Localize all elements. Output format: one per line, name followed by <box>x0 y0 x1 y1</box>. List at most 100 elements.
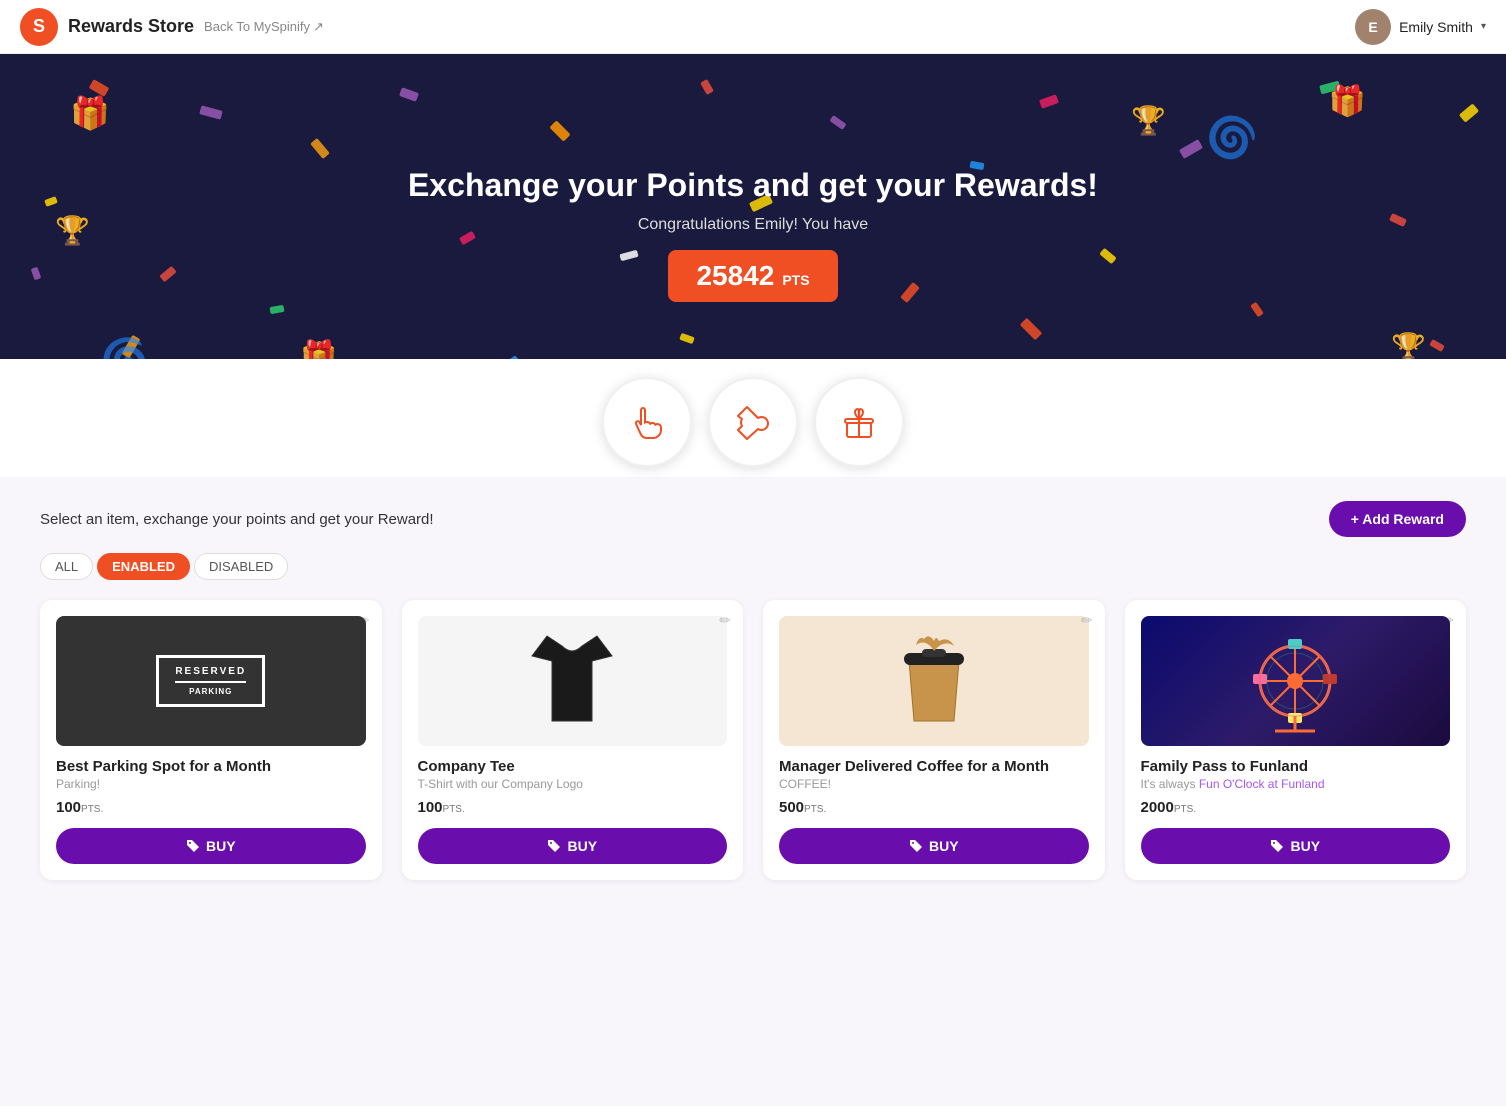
confetti-piece <box>159 266 176 282</box>
confetti-piece <box>199 105 223 119</box>
card-image-coffee <box>779 616 1089 746</box>
card-price-coffee: 500PTS. <box>779 799 1089 816</box>
brand-name: Rewards Store <box>68 16 194 37</box>
reward-card-parking: ✏ RESERVED PARKING Best Parking Spot for… <box>40 600 382 880</box>
buy-button-parking[interactable]: BUY <box>56 828 366 864</box>
price-value-parking: 100 <box>56 799 81 816</box>
confetti-piece <box>44 196 58 207</box>
buy-button-funland[interactable]: BUY <box>1141 828 1451 864</box>
confetti-piece <box>829 115 846 130</box>
card-title-funland: Family Pass to Funland <box>1141 758 1451 775</box>
add-reward-button[interactable]: + Add Reward <box>1329 501 1466 537</box>
card-image-funland <box>1141 616 1451 746</box>
confetti-piece <box>1429 339 1445 352</box>
card-subtitle-coffee: COFFEE! <box>779 777 1089 791</box>
confetti-piece <box>31 267 42 281</box>
confetti-piece <box>619 250 638 261</box>
pts-label: PTS <box>782 272 809 288</box>
add-reward-label: + Add Reward <box>1351 511 1444 527</box>
confetti-piece <box>459 231 476 245</box>
filter-tab-all[interactable]: ALL <box>40 553 93 580</box>
reward-card-tshirt: ✏ Company Tee T-Shirt with our Company L… <box>402 600 744 880</box>
confetti-piece <box>1459 103 1479 122</box>
card-image-parking: RESERVED PARKING <box>56 616 366 746</box>
hero-subtitle: Congratulations Emily! You have <box>638 216 868 234</box>
confetti-piece <box>1389 213 1407 227</box>
buy-label-coffee: BUY <box>929 838 959 854</box>
tag-icon <box>1270 839 1284 853</box>
chevron-down-icon: ▾ <box>1481 21 1486 32</box>
ticket-icon <box>732 401 774 443</box>
confetti-piece <box>1250 302 1264 317</box>
tag-icon <box>186 839 200 853</box>
buy-button-coffee[interactable]: BUY <box>779 828 1089 864</box>
confetti-piece <box>549 120 570 141</box>
pts-funland: PTS. <box>1174 804 1196 815</box>
card-edit-icon-tshirt[interactable]: ✏ <box>719 612 731 629</box>
avatar: E <box>1355 9 1391 45</box>
card-price-parking: 100PTS. <box>56 799 366 816</box>
external-link-icon: ↗ <box>313 19 324 35</box>
confetti-piece <box>310 138 330 159</box>
confetti-piece <box>1099 248 1116 264</box>
gift-box-icon <box>838 401 880 443</box>
confetti-piece <box>900 282 920 303</box>
confetti-piece <box>1020 318 1043 341</box>
cards-grid: ✏ RESERVED PARKING Best Parking Spot for… <box>40 600 1466 880</box>
filter-tabs: ALL ENABLED DISABLED <box>40 553 1466 580</box>
reward-card-funland: ✏ <box>1125 600 1467 880</box>
buy-label-parking: BUY <box>206 838 236 854</box>
card-edit-icon-coffee[interactable]: ✏ <box>1081 612 1093 629</box>
card-image-tshirt <box>418 616 728 746</box>
category-gifts[interactable] <box>814 377 904 467</box>
curl-2: 🌀 <box>1198 105 1265 171</box>
coffee-graphic <box>894 631 974 731</box>
user-menu[interactable]: E Emily Smith ▾ <box>1355 9 1486 45</box>
user-name: Emily Smith <box>1399 19 1473 35</box>
gift-icon-1: 🎁 <box>70 94 110 132</box>
filter-tab-disabled[interactable]: DISABLED <box>194 553 288 580</box>
buy-button-tshirt[interactable]: BUY <box>418 828 728 864</box>
logo-icon: S <box>20 8 58 46</box>
filter-tab-enabled[interactable]: ENABLED <box>97 553 190 580</box>
price-value-tshirt: 100 <box>418 799 443 816</box>
tag-icon <box>909 839 923 853</box>
main-content: Select an item, exchange your points and… <box>0 477 1506 904</box>
trophy-icon-2: 🏆 <box>1131 104 1166 137</box>
gift-icon-3: 🎁 <box>1329 84 1366 119</box>
header-left: S Rewards Store Back To MySpinify ↗ <box>20 8 324 46</box>
points-badge: 25842 PTS <box>668 250 837 302</box>
buy-label-tshirt: BUY <box>567 838 597 854</box>
category-all[interactable] <box>602 377 692 467</box>
confetti-piece <box>700 79 714 95</box>
trophy-icon-1: 🏆 <box>55 214 90 247</box>
card-title-parking: Best Parking Spot for a Month <box>56 758 366 775</box>
card-price-tshirt: 100PTS. <box>418 799 728 816</box>
buy-label-funland: BUY <box>1290 838 1320 854</box>
back-to-myspinify-link[interactable]: Back To MySpinify ↗ <box>204 19 324 35</box>
pts-parking: PTS. <box>81 804 103 815</box>
card-price-funland: 2000PTS. <box>1141 799 1451 816</box>
header: S Rewards Store Back To MySpinify ↗ E Em… <box>0 0 1506 54</box>
confetti-piece <box>399 87 419 102</box>
price-value-funland: 2000 <box>1141 799 1174 816</box>
tag-icon <box>547 839 561 853</box>
card-subtitle-tshirt: T-Shirt with our Company Logo <box>418 777 728 791</box>
price-value-coffee: 500 <box>779 799 804 816</box>
hero-title: Exchange your Points and get your Reward… <box>408 167 1098 204</box>
funland-link[interactable]: Fun O'Clock at Funland <box>1199 777 1325 791</box>
card-subtitle-funland: It's always Fun O'Clock at Funland <box>1141 777 1451 791</box>
confetti-piece <box>679 333 695 344</box>
category-row <box>0 359 1506 477</box>
card-title-coffee: Manager Delivered Coffee for a Month <box>779 758 1089 775</box>
pts-tshirt: PTS. <box>443 804 465 815</box>
confetti-piece <box>269 305 284 314</box>
category-tickets[interactable] <box>708 377 798 467</box>
tshirt-graphic <box>527 626 617 736</box>
points-value: 25842 <box>696 260 774 292</box>
section-title: Select an item, exchange your points and… <box>40 511 434 528</box>
back-link-text: Back To MySpinify <box>204 19 310 34</box>
card-subtitle-parking: Parking! <box>56 777 366 791</box>
section-header: Select an item, exchange your points and… <box>40 501 1466 537</box>
reward-card-coffee: ✏ Manager Delivered Coffee for a Month <box>763 600 1105 880</box>
